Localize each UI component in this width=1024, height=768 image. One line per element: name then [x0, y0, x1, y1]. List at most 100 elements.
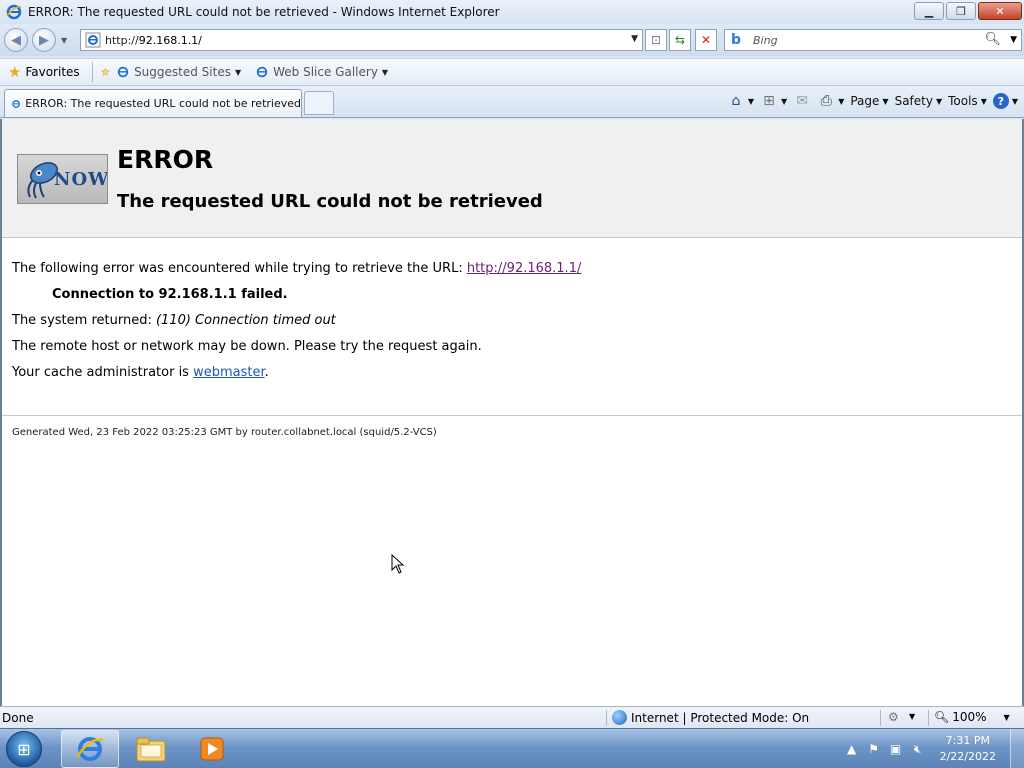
command-bar: ⌂ ▼ ⊞ ▼ ✉ ⎙ ▼ Page ▼ Safety ▼ Tools ▼ ? ▼	[727, 92, 1018, 110]
compatibility-view-button[interactable]: ⊡	[645, 29, 667, 51]
chevron-down-icon: ▼	[781, 96, 788, 106]
show-desktop-button[interactable]	[1010, 729, 1024, 768]
ie-tab-icon	[12, 99, 20, 108]
url-prefix: http://	[105, 33, 139, 47]
logo-text: NOW	[54, 169, 108, 190]
chevron-down-icon: ▼	[980, 96, 987, 106]
taskbar-media-player[interactable]	[183, 730, 241, 768]
page-menu-label: Page	[850, 94, 880, 108]
search-dropdown-icon[interactable]: ▼	[1010, 35, 1017, 45]
forward-arrow-icon: ▶	[39, 32, 49, 48]
safety-menu[interactable]: Safety ▼	[895, 94, 943, 108]
stop-button[interactable]: ✕	[695, 29, 717, 51]
error-header: NOW ERROR The requested URL could not be…	[2, 119, 1022, 238]
favorites-button[interactable]: ★ Favorites	[8, 63, 80, 81]
web-slice-gallery-link[interactable]: Web Slice Gallery ▼	[255, 65, 388, 79]
windows-logo-icon: ⊞	[17, 739, 31, 759]
system-tray: ▲ ⚑ ▣ 🔇︎ 7:31 PM 2/22/2022	[844, 729, 996, 768]
close-button[interactable]: ✕	[978, 2, 1022, 20]
address-dropdown-icon[interactable]: ▼	[631, 34, 638, 44]
mail-icon: ✉	[796, 93, 809, 109]
suggested-sites-label: Suggested Sites	[134, 65, 231, 79]
help-icon: ?	[992, 93, 1009, 109]
cache-admin-suffix: .	[264, 365, 269, 380]
volume-muted-icon[interactable]: 🔇︎	[910, 741, 926, 757]
maximize-button[interactable]: ❐	[946, 2, 976, 20]
chevron-down-icon: ▼	[838, 96, 845, 106]
status-bar: Done Internet | Protected Mode: On ⚙︎ ▼ …	[0, 706, 1024, 728]
tab-label: ERROR: The requested URL could not be re…	[25, 97, 301, 110]
network-icon[interactable]: ▣	[888, 741, 904, 757]
tools-menu-label: Tools	[948, 94, 978, 108]
clock-time: 7:31 PM	[945, 734, 990, 747]
squid-logo: NOW	[17, 154, 108, 204]
home-icon: ⌂	[731, 93, 741, 109]
taskbar-internet-explorer[interactable]	[61, 730, 119, 768]
favorites-star-icon: ★	[8, 63, 22, 81]
favorites-bar: ★ Favorites ⭐︎ Suggested Sites ▼ Web Sli…	[0, 58, 1024, 86]
title-bar: ERROR: The requested URL could not be re…	[0, 0, 1024, 24]
zoom-magnifier-icon: 🔍︎	[934, 710, 950, 724]
zoom-level: 100%	[952, 710, 987, 724]
back-button[interactable]: ◀	[4, 28, 28, 52]
system-returned-value: (110) Connection timed out	[155, 313, 336, 328]
add-to-favorites-bar-icon[interactable]: ⭐︎	[101, 64, 110, 80]
internet-explorer-icon	[75, 737, 104, 761]
security-zone-label: Internet | Protected Mode: On	[631, 710, 810, 725]
error-url-intro: The following error was encountered whil…	[12, 261, 467, 276]
feeds-button[interactable]: ⊞ ▼	[760, 92, 787, 110]
forward-button[interactable]: ▶	[32, 28, 56, 52]
cache-admin-line: Your cache administrator is webmaster.	[12, 365, 269, 380]
start-button[interactable]: ⊞	[6, 731, 42, 767]
tab-error-page[interactable]: ERROR: The requested URL could not be re…	[4, 89, 302, 117]
search-icon[interactable]: 🔍︎	[984, 32, 1001, 47]
web-slice-gallery-label: Web Slice Gallery	[273, 65, 378, 79]
new-tab-button[interactable]	[304, 91, 334, 115]
clock[interactable]: 7:31 PM 2/22/2022	[940, 733, 996, 765]
printer-icon: ⎙	[820, 93, 832, 109]
address-toolbar: ◀ ▶ ▼ http://92.168.1.1/ ▼ ⊡ ⇆ ✕ b Bing …	[0, 24, 1024, 56]
home-button[interactable]: ⌂ ▼	[727, 92, 754, 110]
refresh-icon: ⇆	[674, 33, 686, 47]
page-ie-icon	[85, 32, 101, 48]
address-bar[interactable]: http://92.168.1.1/ ▼	[80, 29, 643, 51]
taskbar: ⊞ ▲ ⚑ ▣ 🔇︎ 7:31 PM 2/22/2022	[0, 728, 1024, 768]
status-separator	[880, 710, 881, 726]
footer-divider	[2, 415, 1022, 416]
taskbar-windows-explorer[interactable]	[122, 730, 180, 768]
refresh-button[interactable]: ⇆	[669, 29, 691, 51]
suggested-sites-link[interactable]: Suggested Sites ▼	[116, 65, 241, 79]
print-button[interactable]: ⎙ ▼	[817, 92, 845, 110]
page-title: ERROR	[117, 145, 214, 174]
tools-menu[interactable]: Tools ▼	[948, 94, 987, 108]
show-hidden-icons-icon[interactable]: ▲	[844, 741, 860, 757]
read-mail-button[interactable]: ✉	[793, 92, 811, 110]
status-separator	[606, 710, 607, 726]
chevron-down-icon[interactable]: ▼	[909, 712, 915, 721]
help-menu[interactable]: ? ▼	[992, 93, 1018, 109]
webmaster-link[interactable]: webmaster	[193, 365, 265, 380]
url-host: 92.168.1.1/	[138, 33, 202, 47]
media-player-icon	[200, 737, 224, 761]
bing-icon: b	[731, 32, 742, 48]
page-menu[interactable]: Page ▼	[850, 94, 888, 108]
safety-menu-label: Safety	[894, 94, 933, 108]
zoom-control[interactable]: 🔍︎ 100% ▼	[934, 710, 1010, 724]
internet-explorer-icon	[6, 4, 22, 20]
window-title: ERROR: The requested URL could not be re…	[28, 5, 500, 19]
security-zone[interactable]: Internet | Protected Mode: On	[612, 710, 809, 725]
recent-pages-dropdown[interactable]: ▼	[61, 36, 67, 45]
cache-admin-label: Your cache administrator is	[12, 365, 194, 380]
retry-advice: The remote host or network may be down. …	[12, 339, 482, 354]
popup-blocker-icon[interactable]: ⚙︎	[888, 710, 899, 724]
search-box[interactable]: b Bing 🔍︎ ▼	[724, 29, 1022, 51]
generated-footer: Generated Wed, 23 Feb 2022 03:25:23 GMT …	[12, 427, 437, 438]
action-center-flag-icon[interactable]: ⚑	[866, 741, 882, 757]
stop-icon: ✕	[700, 33, 712, 47]
ie-page-icon	[117, 66, 129, 78]
back-arrow-icon: ◀	[11, 32, 21, 48]
internet-globe-icon	[612, 710, 627, 725]
error-url-link[interactable]: http://92.168.1.1/	[467, 261, 582, 276]
chevron-down-icon: ▼	[935, 96, 943, 106]
minimize-button[interactable]: ▁	[914, 2, 944, 20]
